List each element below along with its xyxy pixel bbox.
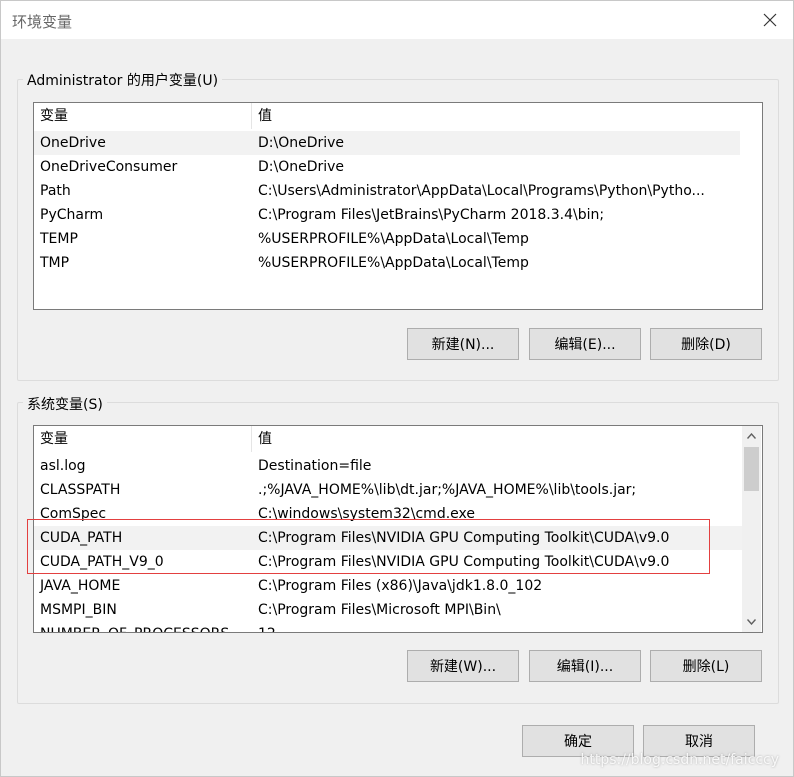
title-bar: 环境变量 bbox=[1, 1, 793, 39]
table-row[interactable]: Path C:\Users\Administrator\AppData\Local… bbox=[34, 179, 740, 203]
system-edit-button[interactable]: 编辑(I)... bbox=[529, 650, 641, 682]
table-row[interactable]: NUMBER_OF_PROCESSORS12 bbox=[34, 622, 742, 632]
variable-value-cell: .;%JAVA_HOME%\lib\dt.jar;%JAVA_HOME%\lib… bbox=[258, 482, 637, 498]
variable-value-cell: %USERPROFILE%\AppData\Local\Temp bbox=[258, 255, 529, 271]
system-delete-button[interactable]: 删除(L) bbox=[650, 650, 762, 682]
variable-name-cell: CLASSPATH bbox=[40, 482, 121, 498]
close-icon bbox=[763, 13, 777, 27]
environment-variables-dialog: 环境变量 Administrator 的用户变量(U) 变量 值 OneDriv… bbox=[0, 0, 794, 777]
variable-name-cell: OneDrive bbox=[40, 135, 106, 151]
table-row[interactable]: PyCharm C:\Program Files\JetBrains\PyChar… bbox=[34, 203, 740, 227]
variable-value-cell: C:\Users\Administrator\AppData\Local\Pro… bbox=[258, 183, 705, 199]
variable-name-cell: PyCharm bbox=[40, 207, 104, 223]
variable-name-cell: OneDriveConsumer bbox=[40, 159, 178, 175]
table-row[interactable]: CLASSPATH .;%JAVA_HOME%\lib\dt.jar;%JAVA_… bbox=[34, 478, 742, 502]
variable-name-cell: TMP bbox=[40, 255, 70, 271]
table-row[interactable]: MSMPI_BIN C:\Program Files\Microsoft MPI\… bbox=[34, 598, 742, 622]
variable-name-cell: TEMP bbox=[40, 231, 78, 247]
variable-value-cell: %USERPROFILE%\AppData\Local\Temp bbox=[258, 231, 529, 247]
variable-name-cell: JAVA_HOME bbox=[40, 578, 121, 594]
variable-name-cell: Path bbox=[40, 183, 71, 199]
user-list-header: 变量 值 bbox=[34, 103, 762, 129]
user-new-button[interactable]: 新建(N)... bbox=[407, 328, 519, 360]
system-variables-label: 系统变量(S) bbox=[23, 394, 107, 414]
column-header-variable[interactable]: 变量 bbox=[34, 103, 252, 129]
system-new-button[interactable]: 新建(W)... bbox=[407, 650, 519, 682]
scroll-down-arrow[interactable] bbox=[742, 612, 761, 631]
user-variables-label: Administrator 的用户变量(U) bbox=[23, 70, 223, 90]
watermark-text: https://blog.csdn.net/faicccy bbox=[580, 752, 779, 768]
variable-value-cell: C:\Program Files\JetBrains\PyCharm 2018.… bbox=[258, 207, 605, 223]
table-row[interactable]: OneDriveConsumer D:\OneDrive bbox=[34, 155, 740, 179]
column-header-value[interactable]: 值 bbox=[252, 103, 752, 129]
close-button[interactable] bbox=[747, 1, 793, 39]
table-row[interactable]: OneDrive D:\OneDrive bbox=[34, 131, 740, 155]
variable-value-cell: D:\OneDrive bbox=[258, 159, 345, 175]
chevron-down-icon bbox=[747, 618, 756, 625]
variable-value-cell: C:\Program Files\Microsoft MPI\Bin\ bbox=[258, 602, 501, 618]
scroll-thumb[interactable] bbox=[744, 447, 759, 491]
scroll-up-arrow[interactable] bbox=[742, 426, 761, 445]
system-list-header: 变量 值 bbox=[34, 426, 742, 452]
table-row[interactable]: TEMP %USERPROFILE%\AppData\Local\Temp bbox=[34, 227, 740, 251]
column-header-variable[interactable]: 变量 bbox=[34, 426, 252, 452]
variable-name-cell: MSMPI_BIN bbox=[40, 602, 117, 618]
table-row[interactable]: JAVA_HOME C:\Program Files (x86)\Java\jdk… bbox=[34, 574, 742, 598]
table-row[interactable]: asl.log Destination=file bbox=[34, 454, 742, 478]
table-row[interactable]: TMP %USERPROFILE%\AppData\Local\Temp bbox=[34, 251, 740, 275]
highlight-annotation-box bbox=[27, 519, 710, 574]
variable-name-cell: asl.log bbox=[40, 458, 86, 474]
user-delete-button[interactable]: 删除(D) bbox=[650, 328, 762, 360]
column-header-value[interactable]: 值 bbox=[252, 426, 742, 452]
variable-value-cell: D:\OneDrive bbox=[258, 135, 345, 151]
variable-value-cell: Destination=file bbox=[258, 458, 372, 474]
variable-value-cell: 12 bbox=[252, 622, 742, 632]
user-edit-button[interactable]: 编辑(E)... bbox=[529, 328, 641, 360]
user-variables-list[interactable]: 变量 值 OneDrive D:\OneDrive OneDriveConsumer… bbox=[33, 102, 763, 310]
variable-name-cell: NUMBER_OF_PROCESSORS bbox=[34, 622, 252, 632]
system-list-scrollbar[interactable] bbox=[742, 426, 761, 632]
window-title: 环境变量 bbox=[12, 13, 73, 31]
variable-value-cell: C:\Program Files (x86)\Java\jdk1.8.0_102 bbox=[258, 578, 543, 594]
chevron-up-icon bbox=[747, 432, 756, 439]
